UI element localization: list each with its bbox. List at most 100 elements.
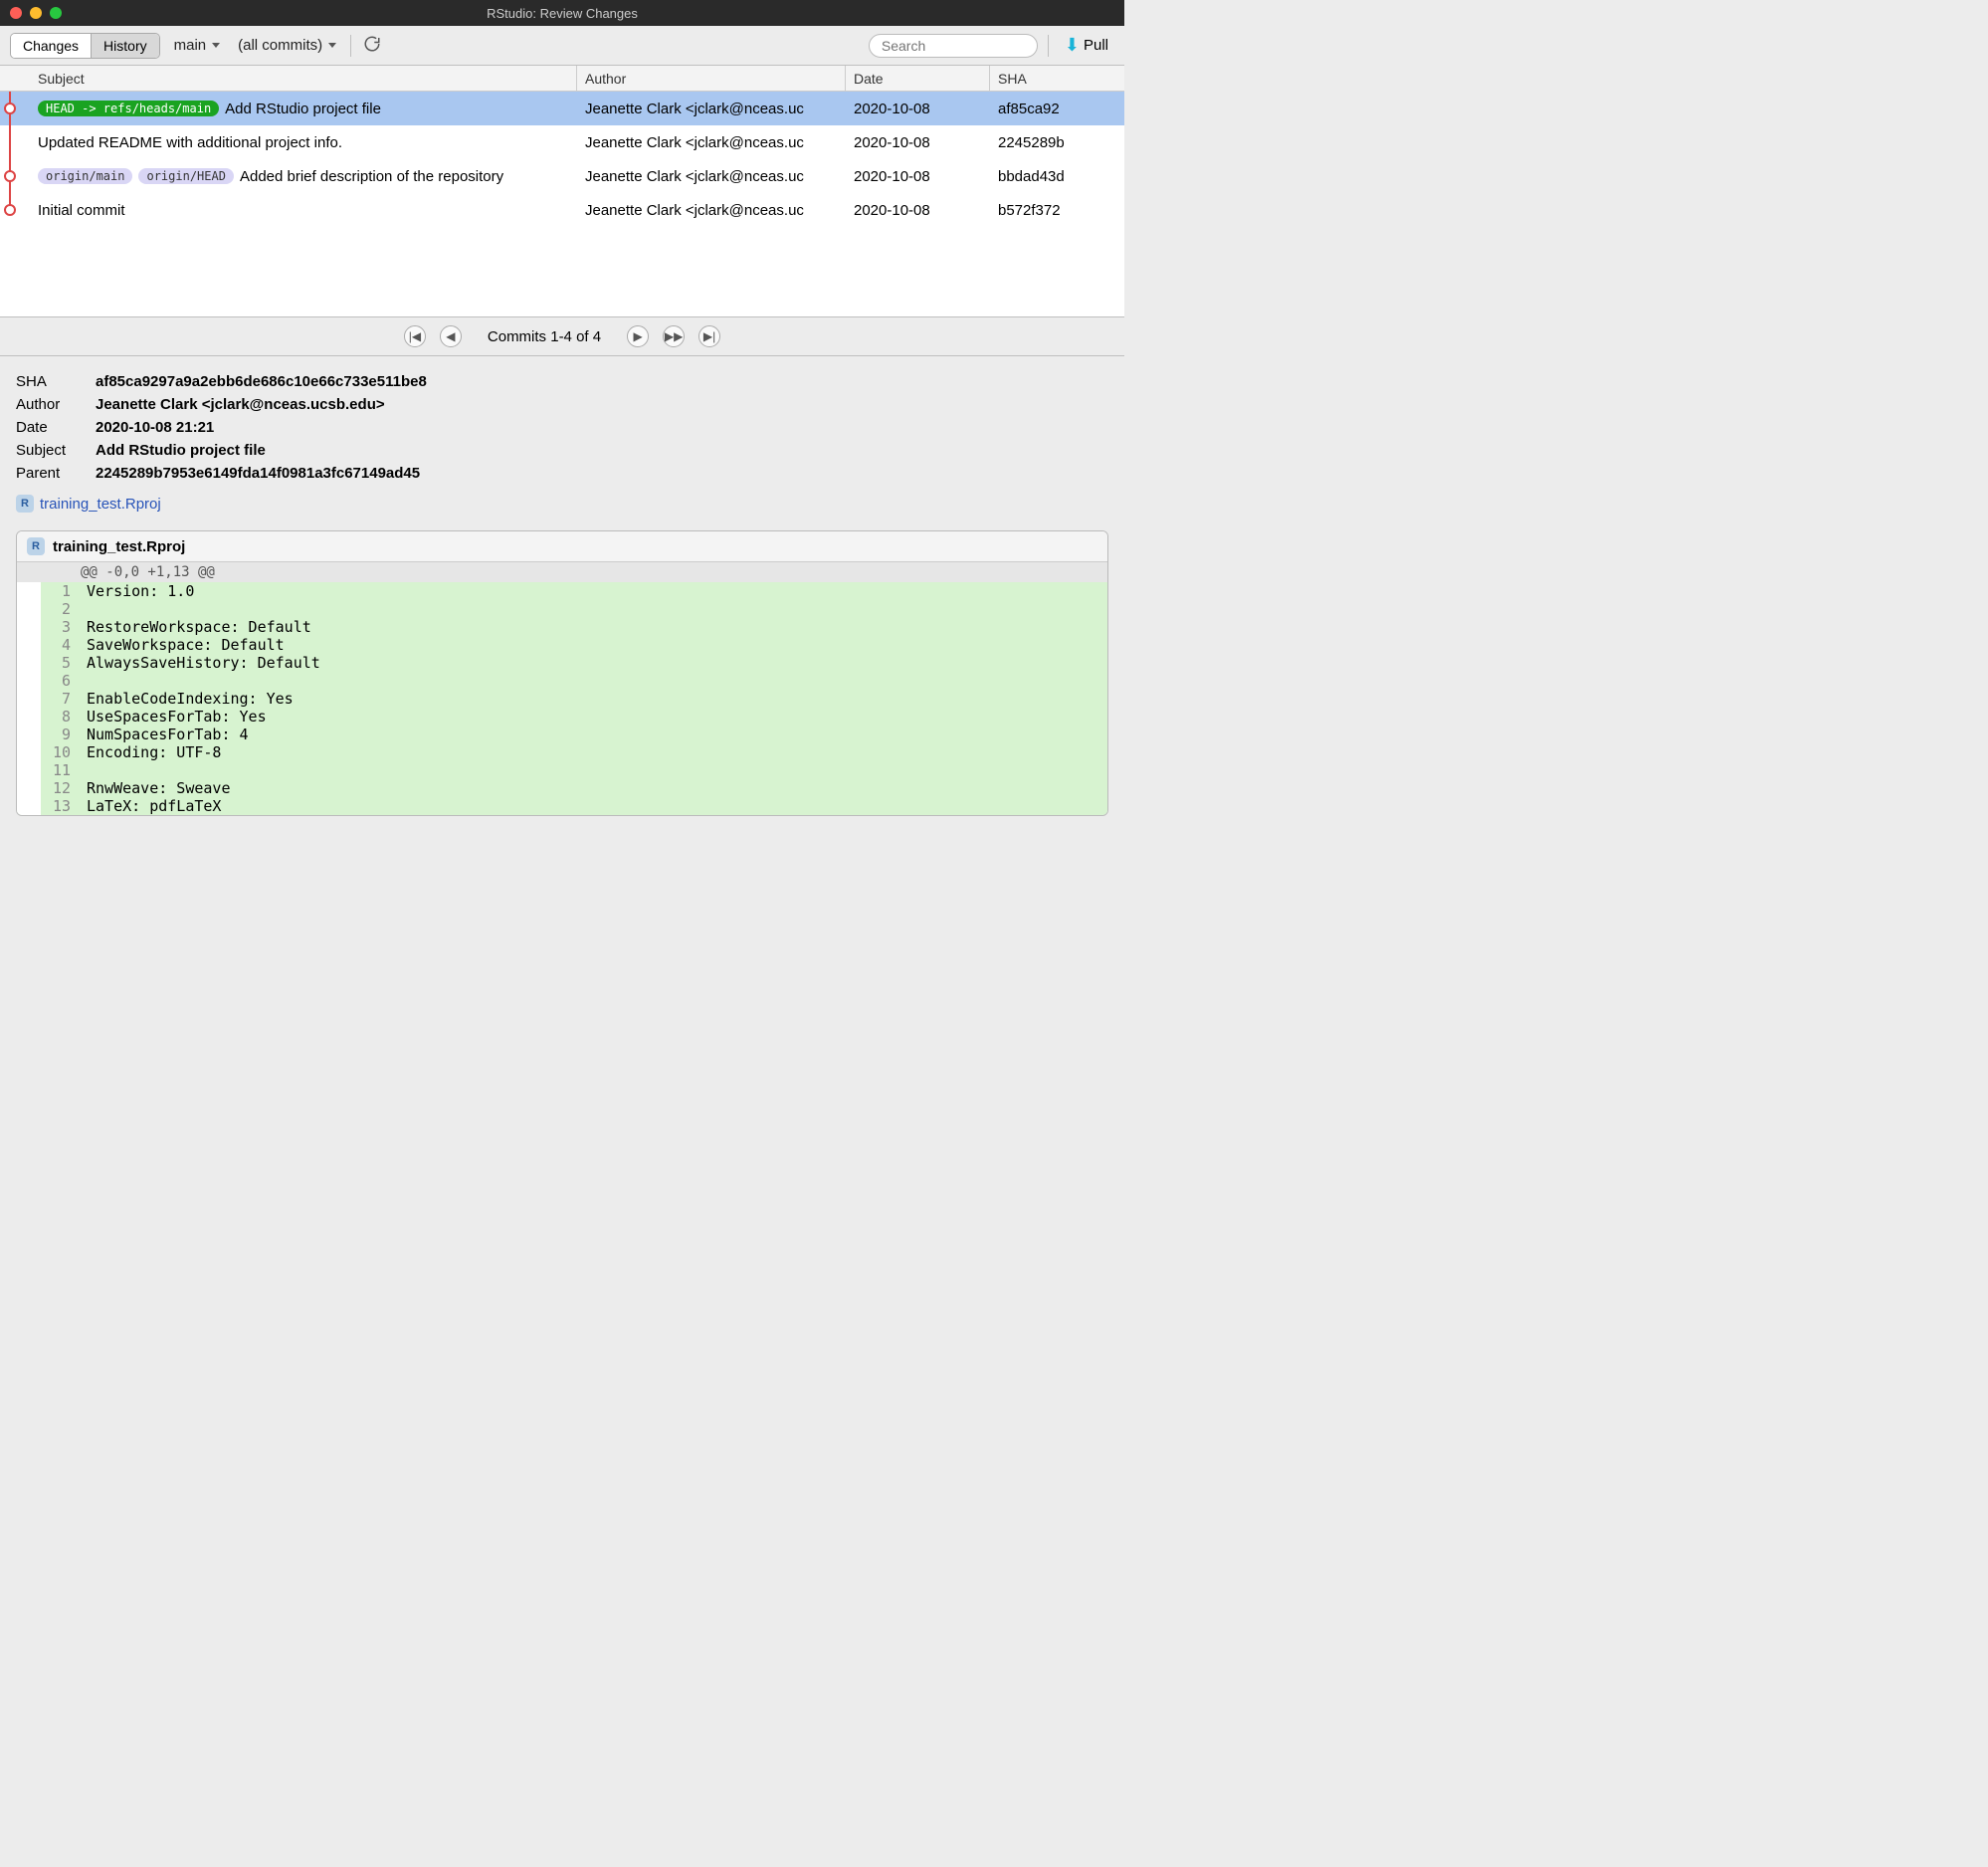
refresh-button[interactable] — [361, 35, 383, 57]
pager: |◀ ◀ Commits 1-4 of 4 ▶ ▶▶ ▶| — [0, 316, 1124, 356]
commit-filter-label: (all commits) — [238, 37, 322, 54]
tab-history[interactable]: History — [91, 34, 159, 58]
commit-author: Jeanette Clark <jclark@nceas.uc — [577, 168, 846, 185]
col-sha[interactable]: SHA — [990, 66, 1124, 91]
commit-date: 2020-10-08 — [846, 168, 990, 185]
commit-subject: Added brief description of the repositor… — [240, 168, 503, 185]
commit-date: 2020-10-08 — [846, 134, 990, 151]
diff-hunk-header: @@ -0,0 +1,13 @@ — [17, 562, 1107, 582]
commit-date: 2020-10-08 — [846, 202, 990, 219]
col-subject[interactable]: Subject — [30, 66, 577, 91]
window-title: RStudio: Review Changes — [0, 6, 1124, 21]
diff-line-added: 11 — [17, 761, 1107, 779]
ref-pill: origin/HEAD — [138, 168, 233, 184]
pull-button[interactable]: ⬇ Pull — [1059, 33, 1114, 58]
commit-author: Jeanette Clark <jclark@nceas.uc — [577, 202, 846, 219]
commit-graph-cell — [0, 193, 30, 227]
tab-changes[interactable]: Changes — [11, 34, 91, 58]
toolbar-divider — [350, 35, 351, 57]
ref-pill: origin/main — [38, 168, 132, 184]
commit-author: Jeanette Clark <jclark@nceas.uc — [577, 134, 846, 151]
diff-file-header: R training_test.Rproj — [17, 531, 1107, 562]
diff-line-added: 3RestoreWorkspace: Default — [17, 618, 1107, 636]
diff-line-added: 2 — [17, 600, 1107, 618]
diff-line-added: 12RnwWeave: Sweave — [17, 779, 1107, 797]
col-author[interactable]: Author — [577, 66, 846, 91]
diff-line-added: 5AlwaysSaveHistory: Default — [17, 654, 1107, 672]
toolbar-divider — [1048, 35, 1049, 57]
detail-label-parent: Parent — [16, 462, 96, 485]
diff-line-added: 13LaTeX: pdfLaTeX — [17, 797, 1107, 815]
diff-file-name: training_test.Rproj — [53, 538, 185, 555]
detail-label-sha: SHA — [16, 370, 96, 393]
chevron-down-icon — [212, 43, 220, 48]
col-date[interactable]: Date — [846, 66, 990, 91]
prev-page-button[interactable]: ◀ — [440, 325, 462, 347]
commit-date: 2020-10-08 — [846, 101, 990, 117]
commit-graph-cell — [0, 159, 30, 193]
diff-line-added: 4SaveWorkspace: Default — [17, 636, 1107, 654]
detail-date: 2020-10-08 21:21 — [96, 416, 439, 439]
view-toggle: Changes History — [10, 33, 160, 59]
commit-sha: b572f372 — [990, 202, 1124, 219]
next-page-button[interactable]: ▶ — [627, 325, 649, 347]
changed-file-link[interactable]: R training_test.Rproj — [16, 495, 1108, 513]
detail-label-date: Date — [16, 416, 96, 439]
commit-subject: Add RStudio project file — [225, 101, 381, 117]
detail-subject: Add RStudio project file — [96, 439, 439, 462]
commit-row[interactable]: origin/main origin/HEAD Added brief descri… — [0, 159, 1124, 193]
chevron-down-icon — [328, 43, 336, 48]
branch-selector[interactable]: main — [170, 35, 225, 56]
last-page-button[interactable]: ▶| — [698, 325, 720, 347]
detail-author: Jeanette Clark <jclark@nceas.ucsb.edu> — [96, 393, 439, 416]
download-arrow-icon: ⬇ — [1065, 35, 1080, 56]
commit-subject-cell: origin/main origin/HEAD Added brief descri… — [30, 168, 577, 185]
first-page-button[interactable]: |◀ — [404, 325, 426, 347]
commit-sha: bbdad43d — [990, 168, 1124, 185]
detail-label-author: Author — [16, 393, 96, 416]
diff-line-added: 9NumSpacesForTab: 4 — [17, 726, 1107, 743]
diff-panel: R training_test.Rproj @@ -0,0 +1,13 @@ 1… — [16, 530, 1108, 816]
diff-line-added: 8UseSpacesForTab: Yes — [17, 708, 1107, 726]
maximize-window-icon[interactable] — [50, 7, 62, 19]
changed-file-name[interactable]: training_test.Rproj — [40, 496, 161, 513]
table-header-row: Subject Author Date SHA — [0, 66, 1124, 92]
search-input[interactable] — [882, 38, 1062, 54]
commit-graph-cell — [0, 125, 30, 159]
diff-line-added: 1Version: 1.0 — [17, 582, 1107, 600]
ref-pill: HEAD -> refs/heads/main — [38, 101, 219, 116]
branch-name: main — [174, 37, 207, 54]
search-box[interactable] — [869, 34, 1038, 58]
pull-label: Pull — [1084, 37, 1108, 54]
minimize-window-icon[interactable] — [30, 7, 42, 19]
commit-subject: Updated README with additional project i… — [38, 134, 342, 151]
commit-subject-cell: Updated README with additional project i… — [30, 134, 577, 151]
detail-sha: af85ca9297a9a2ebb6de686c10e66c733e511be8 — [96, 370, 439, 393]
commit-author: Jeanette Clark <jclark@nceas.uc — [577, 101, 846, 117]
detail-label-subject: Subject — [16, 439, 96, 462]
toolbar: Changes History main (all commits) ⬇ Pul… — [0, 26, 1124, 66]
diff-line-added: 6 — [17, 672, 1107, 690]
commit-row[interactable]: Initial commitJeanette Clark <jclark@nce… — [0, 193, 1124, 227]
commit-subject-cell: Initial commit — [30, 202, 577, 219]
window-traffic-lights — [10, 7, 62, 19]
diff-line-added: 7EnableCodeIndexing: Yes — [17, 690, 1107, 708]
commit-sha: 2245289b — [990, 134, 1124, 151]
fast-forward-button[interactable]: ▶▶ — [663, 325, 685, 347]
commit-row[interactable]: Updated README with additional project i… — [0, 125, 1124, 159]
commit-details: SHA af85ca9297a9a2ebb6de686c10e66c733e51… — [0, 356, 1124, 520]
table-empty-space — [0, 227, 1124, 316]
diff-line-added: 10Encoding: UTF-8 — [17, 743, 1107, 761]
detail-parent: 2245289b7953e6149fda14f0981a3fc67149ad45 — [96, 462, 439, 485]
close-window-icon[interactable] — [10, 7, 22, 19]
commit-subject-cell: HEAD -> refs/heads/main Add RStudio proje… — [30, 101, 577, 117]
rproj-file-icon: R — [27, 537, 45, 555]
commit-row[interactable]: HEAD -> refs/heads/main Add RStudio proje… — [0, 92, 1124, 125]
rproj-file-icon: R — [16, 495, 34, 513]
pager-status: Commits 1-4 of 4 — [488, 328, 601, 345]
commit-sha: af85ca92 — [990, 101, 1124, 117]
commit-filter-selector[interactable]: (all commits) — [234, 35, 340, 56]
window-titlebar: RStudio: Review Changes — [0, 0, 1124, 26]
commit-table: Subject Author Date SHA HEAD -> refs/hea… — [0, 66, 1124, 316]
commit-graph-cell — [0, 92, 30, 125]
